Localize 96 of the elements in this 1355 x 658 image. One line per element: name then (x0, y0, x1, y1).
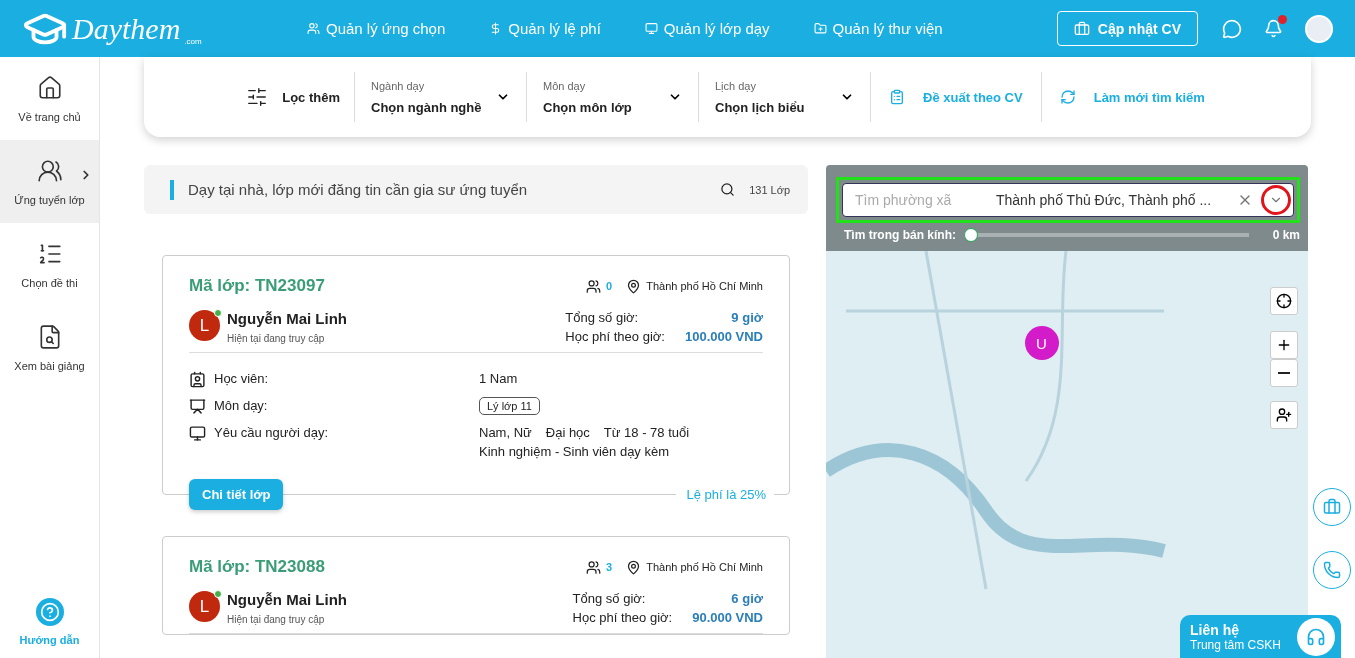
subject-tag: Lý lớp 11 (479, 397, 540, 415)
nav-link[interactable]: Quản lý thư viện (813, 20, 943, 37)
bell-icon (1264, 19, 1283, 38)
clipboard-icon (889, 89, 905, 105)
phone-button[interactable] (1313, 551, 1351, 589)
class-count: 131 Lớp (749, 183, 790, 196)
zoom-out-button[interactable] (1270, 359, 1298, 387)
detail-value: Từ 18 - 78 tuổi (603, 425, 690, 440)
search-icon[interactable] (720, 182, 736, 197)
radius-reading: 0 km (1272, 228, 1300, 242)
stat-label: Tổng số giờ: (565, 310, 640, 326)
id-card-icon (189, 371, 206, 388)
briefcase-icon (1073, 20, 1090, 37)
help-link[interactable]: Hướng dẫn (0, 598, 99, 646)
help-icon (35, 598, 64, 626)
sidebar-item[interactable]: Xem bài giảng (0, 306, 99, 389)
detail-note: Kinh nghiệm - Sinh viên dạy kèm (479, 444, 671, 459)
phone-icon (1323, 561, 1341, 579)
monitor-icon (189, 425, 206, 442)
detail-value: Đại học (545, 425, 590, 440)
briefcase-icon (1323, 498, 1341, 516)
monitor-icon (644, 22, 658, 35)
filter-dropdown[interactable]: Ngành dạy Chọn ngành nghề (354, 72, 526, 122)
tutor-status: Hiện tại đang truy cập (227, 614, 326, 625)
class-code: Mã lớp: TN23088 (189, 557, 326, 577)
detail-label: Môn dạy: (214, 398, 268, 413)
users-icon (307, 22, 320, 35)
logo-text: Daythem (72, 11, 181, 46)
filter-dropdown[interactable]: Lịch dạy Chọn lịch biểu (698, 72, 870, 122)
class-location: Thành phố Hồ Chí Minh (646, 561, 763, 573)
detail-label: Học viên: (214, 371, 269, 386)
stat-value: 100.000 VND (684, 328, 763, 344)
highlight-circle[interactable] (1261, 185, 1291, 215)
zoom-in-button[interactable] (1270, 331, 1298, 359)
ward-search-field[interactable]: Tìm phường xã Thành phố Thủ Đức, Thành phố ... (842, 183, 1294, 217)
chat-button[interactable] (1222, 18, 1242, 39)
headset-icon (1297, 617, 1335, 656)
fee-note: Lệ phí là 25% (676, 487, 774, 502)
tutor-avatar: L (189, 591, 220, 622)
detail-value: 1 Nam (479, 371, 518, 386)
contact-support-button[interactable]: Liên hệ Trung tâm CSKH (1180, 615, 1341, 658)
applicants-icon (586, 559, 602, 575)
add-user-button[interactable] (1270, 401, 1298, 429)
radius-label: Tìm trong bán kính: (844, 228, 956, 242)
marker-letter: U (1036, 335, 1047, 352)
tutor-avatar: L (189, 310, 220, 341)
stat-value: 6 giờ (730, 591, 763, 607)
stat-label: Học phí theo giờ: (565, 328, 665, 344)
user-plus-icon (1276, 407, 1292, 423)
tutor-name: Nguyễn Mai Linh (227, 591, 347, 608)
stat-value: 9 giờ (730, 310, 763, 326)
minus-icon (1278, 372, 1290, 374)
update-cv-button[interactable]: Cập nhật CV (1056, 11, 1198, 46)
class-detail-button[interactable]: Chi tiết lớp (189, 479, 284, 510)
sidebar-item[interactable]: Ứng tuyển lớp (0, 140, 99, 223)
tutor-status: Hiện tại đang truy cập (227, 333, 326, 344)
filter-action-button[interactable]: Làm mới tìm kiếm (1040, 72, 1223, 122)
detail-value: Nam, Nữ (479, 425, 532, 440)
selected-area: Thành phố Thủ Đức, Thành phố ... (996, 192, 1229, 208)
class-code: Mã lớp: TN23097 (189, 276, 326, 296)
home-icon (36, 74, 63, 101)
location-pin-icon (626, 559, 642, 575)
filter-dropdown[interactable]: Môn dạy Chọn môn lớp (526, 72, 698, 122)
board-icon (189, 398, 206, 415)
location-pin-icon (626, 278, 642, 294)
nav-link[interactable]: Quản lý lớp dạy (644, 20, 770, 37)
sidebar-item[interactable]: Về trang chủ (0, 57, 99, 140)
radius-slider[interactable] (964, 227, 1249, 243)
sliders-icon (246, 86, 269, 108)
sidebar-item[interactable]: Chọn đề thi (0, 223, 99, 306)
people-icon (36, 157, 63, 184)
stat-label: Học phí theo giờ: (572, 609, 673, 625)
filter-action-button[interactable]: Đề xuất theo CV (870, 72, 1041, 122)
tutor-name: Nguyễn Mai Linh (227, 310, 347, 327)
logo-suffix: .com (184, 36, 202, 46)
nav-link[interactable]: Quản lý lệ phí (489, 20, 601, 37)
detail-label: Yêu cầu người dạy: (214, 425, 329, 440)
chat-icon (1222, 18, 1242, 39)
applicant-count: 3 (606, 561, 613, 573)
applicants-icon (586, 278, 602, 294)
locate-button[interactable] (1270, 287, 1298, 315)
refresh-icon (1059, 89, 1076, 105)
map-marker-icon (1024, 325, 1060, 361)
avatar[interactable] (1305, 14, 1333, 43)
plus-icon (1276, 337, 1292, 353)
stat-label: Tổng số giờ: (572, 591, 647, 607)
crosshair-icon (1276, 293, 1292, 309)
list-title: Dạy tại nhà, lớp mới đăng tin cần gia sư ứng tuyển (188, 181, 529, 198)
nav-link[interactable]: Quản lý ứng chọn (307, 20, 446, 37)
briefcase-button[interactable] (1313, 488, 1351, 526)
applicant-count: 0 (606, 280, 613, 292)
folder-icon (813, 22, 827, 35)
more-filters-button[interactable]: Lọc thêm (232, 86, 354, 108)
slider-thumb[interactable] (964, 228, 978, 242)
class-location: Thành phố Hồ Chí Minh (646, 280, 763, 292)
stat-value: 90.000 VND (692, 609, 763, 625)
